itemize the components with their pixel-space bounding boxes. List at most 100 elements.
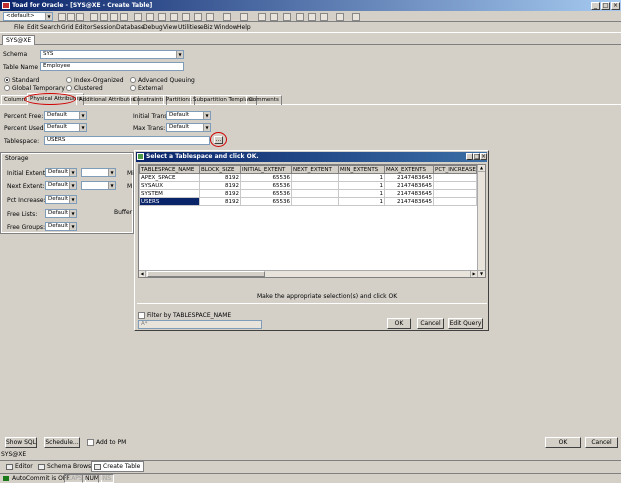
- toolbar-button[interactable]: [170, 13, 178, 21]
- add-to-pm-checkbox[interactable]: [87, 439, 94, 446]
- toolbar-button[interactable]: [90, 13, 98, 21]
- free-groups-select[interactable]: Default ▼: [45, 222, 77, 231]
- menu-file[interactable]: File: [14, 24, 24, 31]
- toolbar-button[interactable]: [120, 13, 128, 21]
- table-cell[interactable]: [433, 173, 477, 182]
- dialog-ok-button[interactable]: OK: [387, 318, 411, 329]
- toolbar-button[interactable]: [240, 13, 248, 21]
- next-extent-select[interactable]: Default ▼: [45, 181, 77, 190]
- table-row[interactable]: SYSTEM 8192 65536 1 2147483645: [139, 189, 485, 198]
- table-row-selected[interactable]: USERS 8192 65536 1 2147483645: [139, 197, 485, 206]
- table-cell[interactable]: APEX_SPACE: [139, 173, 200, 182]
- toolbar-button[interactable]: [258, 13, 266, 21]
- dialog-close-button[interactable]: ×: [480, 153, 487, 160]
- initial-extent-select[interactable]: Default ▼: [45, 168, 77, 177]
- toolbar-button[interactable]: [182, 13, 190, 21]
- max-trans-select[interactable]: Default ▼: [166, 123, 211, 132]
- table-cell[interactable]: 2147483645: [384, 173, 434, 182]
- schema-select[interactable]: SYS ▼: [40, 50, 184, 59]
- filter-checkbox[interactable]: [138, 312, 145, 319]
- menu-search[interactable]: Search: [40, 24, 61, 31]
- menu-utilities[interactable]: Utilities: [178, 24, 201, 31]
- dialog-minimize-button[interactable]: _: [466, 153, 473, 160]
- menu-view[interactable]: View: [163, 24, 177, 31]
- menu-window[interactable]: Window: [214, 24, 238, 31]
- radio-clustered[interactable]: [66, 85, 72, 91]
- table-cell[interactable]: 65536: [240, 189, 292, 198]
- column-header[interactable]: INITIAL_EXTENT: [240, 165, 292, 174]
- table-cell[interactable]: 65536: [240, 197, 292, 206]
- toolbar-button[interactable]: [100, 13, 108, 21]
- table-name-input[interactable]: Employee: [40, 62, 184, 71]
- toolbar-button[interactable]: [308, 13, 316, 21]
- table-cell[interactable]: SYSTEM: [139, 189, 200, 198]
- dialog-cancel-button[interactable]: Cancel: [417, 318, 444, 329]
- toolbar-button[interactable]: [270, 13, 278, 21]
- menu-grid[interactable]: Grid: [61, 24, 74, 31]
- filter-input[interactable]: A*: [138, 320, 262, 329]
- show-sql-button[interactable]: Show SQL: [5, 437, 37, 448]
- toolbar-button[interactable]: [223, 13, 231, 21]
- radio-standard[interactable]: [4, 77, 10, 83]
- toolbar-button[interactable]: [76, 13, 84, 21]
- table-cell[interactable]: 8192: [199, 173, 241, 182]
- table-cell[interactable]: 1: [338, 173, 385, 182]
- scroll-thumb[interactable]: [147, 271, 265, 277]
- toolbar-button[interactable]: [194, 13, 202, 21]
- tab-comments[interactable]: Comments: [246, 95, 282, 105]
- dialog-maximize-button[interactable]: □: [473, 153, 480, 160]
- menu-session[interactable]: Session: [93, 24, 116, 31]
- table-cell[interactable]: 8192: [199, 197, 241, 206]
- toolbar-button[interactable]: [146, 13, 154, 21]
- column-header[interactable]: NEXT_EXTENT: [291, 165, 339, 174]
- column-header[interactable]: BLOCK_SIZE: [199, 165, 241, 174]
- table-cell[interactable]: USERS: [139, 197, 200, 206]
- toolbar-button[interactable]: [352, 13, 360, 21]
- table-cell[interactable]: [291, 181, 339, 190]
- maximize-button[interactable]: □: [601, 2, 610, 10]
- vertical-scrollbar[interactable]: ▲ ▼: [477, 165, 485, 277]
- close-button[interactable]: ×: [611, 2, 620, 10]
- table-cell[interactable]: [433, 197, 477, 206]
- horizontal-scrollbar[interactable]: ◀ ▶: [139, 270, 477, 277]
- scroll-right-icon[interactable]: ▶: [470, 271, 477, 277]
- toolbar-button[interactable]: [58, 13, 66, 21]
- table-cell[interactable]: 1: [338, 197, 385, 206]
- column-header[interactable]: PCT_INCREASE: [433, 165, 477, 174]
- initial-trans-select[interactable]: Default ▼: [166, 111, 211, 120]
- table-cell[interactable]: SYSAUX: [139, 181, 200, 190]
- toolbar-button[interactable]: [296, 13, 304, 21]
- scroll-up-icon[interactable]: ▲: [478, 165, 485, 172]
- table-cell[interactable]: [291, 173, 339, 182]
- scroll-down-icon[interactable]: ▼: [478, 270, 485, 277]
- menu-help[interactable]: Help: [237, 24, 251, 31]
- menu-editor[interactable]: Editor: [75, 24, 93, 31]
- table-cell[interactable]: [433, 189, 477, 198]
- percent-free-select[interactable]: Default ▼: [44, 111, 87, 120]
- table-cell[interactable]: 1: [338, 181, 385, 190]
- table-cell[interactable]: 2147483645: [384, 181, 434, 190]
- toolbar-button[interactable]: [336, 13, 344, 21]
- menu-debug[interactable]: Debug: [143, 24, 163, 31]
- scroll-left-icon[interactable]: ◀: [139, 271, 146, 277]
- toolbar-button[interactable]: [206, 13, 214, 21]
- radio-global-temporary[interactable]: [4, 85, 10, 91]
- bottom-tab-create-table[interactable]: Create Table: [91, 461, 145, 472]
- toolbar-button[interactable]: [67, 13, 75, 21]
- cancel-button[interactable]: Cancel: [585, 437, 618, 448]
- toolbar-button[interactable]: [110, 13, 118, 21]
- table-cell[interactable]: 1: [338, 189, 385, 198]
- percent-used-select[interactable]: Default ▼: [44, 123, 87, 132]
- table-cell[interactable]: 65536: [240, 181, 292, 190]
- radio-index-organized[interactable]: [66, 77, 72, 83]
- column-header[interactable]: TABLESPACE_NAME: [139, 165, 200, 174]
- next-extent-unit-select[interactable]: ▼: [81, 181, 116, 190]
- menu-edit[interactable]: Edit: [27, 24, 39, 31]
- pct-increase-select[interactable]: Default ▼: [45, 195, 77, 204]
- tab-constraints[interactable]: Constraints: [130, 95, 168, 105]
- radio-external[interactable]: [130, 85, 136, 91]
- table-cell[interactable]: 8192: [199, 189, 241, 198]
- table-cell[interactable]: 65536: [240, 173, 292, 182]
- toolbar-button[interactable]: [283, 13, 291, 21]
- dialog-edit-query-button[interactable]: Edit Query: [448, 318, 483, 329]
